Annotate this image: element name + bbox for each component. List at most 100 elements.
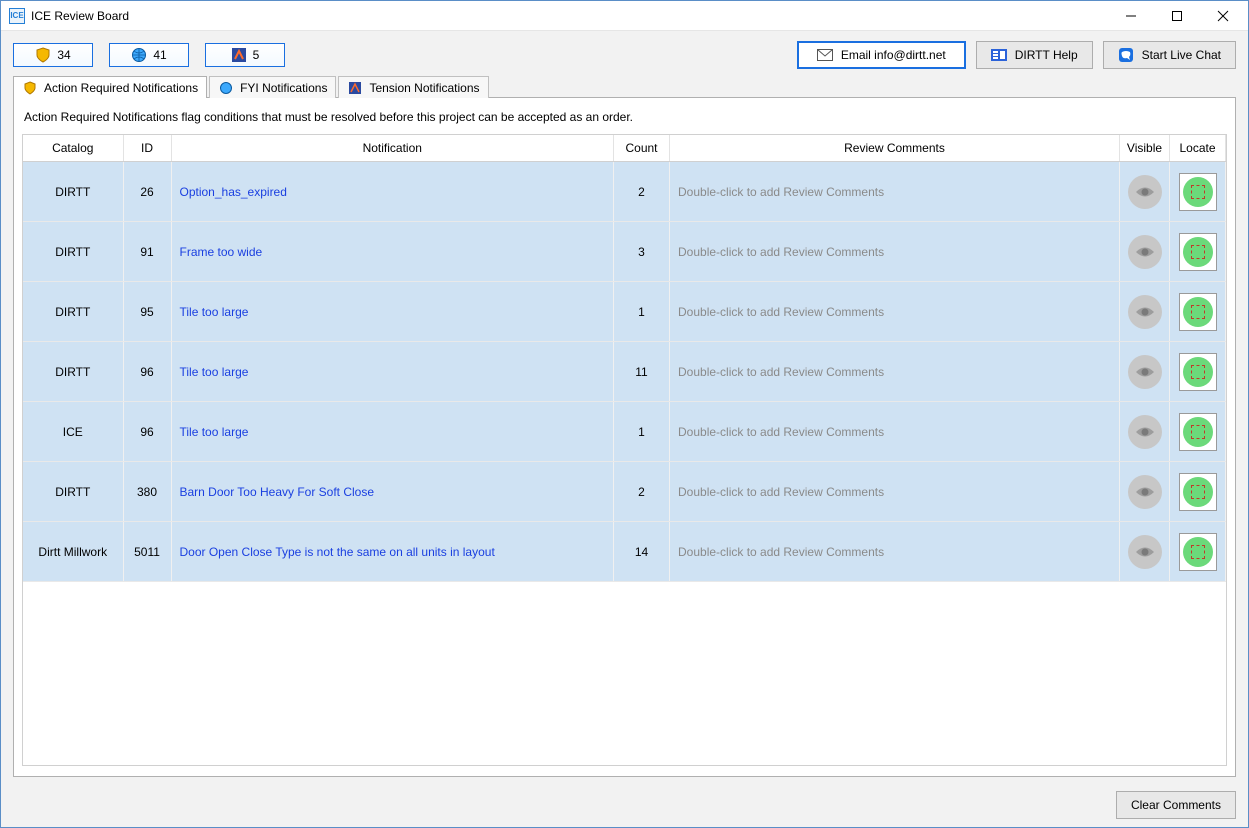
locate-icon	[1183, 297, 1213, 327]
minimize-button[interactable]	[1108, 1, 1154, 31]
help-icon	[991, 47, 1007, 63]
notification-link[interactable]: Tile too large	[180, 365, 249, 379]
cell-catalog: DIRTT	[23, 342, 123, 402]
visible-toggle[interactable]	[1128, 175, 1162, 209]
tab-tension[interactable]: Tension Notifications	[338, 76, 488, 98]
cell-catalog: ICE	[23, 402, 123, 462]
notification-link[interactable]: Barn Door Too Heavy For Soft Close	[180, 485, 375, 499]
cell-catalog: Dirtt Millwork	[23, 522, 123, 582]
badge-tension[interactable]: 5	[205, 43, 285, 67]
footer: Clear Comments	[1, 785, 1248, 827]
col-visible[interactable]: Visible	[1120, 135, 1170, 162]
visible-toggle[interactable]	[1128, 295, 1162, 329]
locate-button[interactable]	[1179, 413, 1217, 451]
locate-icon	[1183, 177, 1213, 207]
badge-action-required[interactable]: 34	[13, 43, 93, 67]
shield-icon	[22, 80, 38, 96]
shield-icon	[35, 47, 51, 63]
chat-button[interactable]: Start Live Chat	[1103, 41, 1236, 69]
locate-button[interactable]	[1179, 533, 1217, 571]
cell-count: 2	[614, 462, 670, 522]
notification-link[interactable]: Option_has_expired	[180, 185, 287, 199]
col-notification[interactable]: Notification	[171, 135, 614, 162]
col-locate[interactable]: Locate	[1170, 135, 1226, 162]
locate-button[interactable]	[1179, 473, 1217, 511]
cell-catalog: DIRTT	[23, 222, 123, 282]
tension-icon	[231, 47, 247, 63]
clear-comments-button[interactable]: Clear Comments	[1116, 791, 1236, 819]
table-row[interactable]: DIRTT380 Barn Door Too Heavy For Soft Clo…	[23, 462, 1226, 522]
table-row[interactable]: DIRTT91Frame too wide3Double-click to ad…	[23, 222, 1226, 282]
visible-toggle[interactable]	[1128, 475, 1162, 509]
tab-strip: Action Required Notifications FYI Notifi…	[13, 75, 1236, 97]
notification-link[interactable]: Frame too wide	[180, 245, 263, 259]
visible-toggle[interactable]	[1128, 535, 1162, 569]
email-button[interactable]: Email info@dirtt.net	[797, 41, 966, 69]
cell-count: 14	[614, 522, 670, 582]
locate-button[interactable]	[1179, 353, 1217, 391]
tab-fyi[interactable]: FYI Notifications	[209, 76, 336, 98]
col-id[interactable]: ID	[123, 135, 171, 162]
tab-label: Tension Notifications	[369, 81, 479, 95]
table-row[interactable]: DIRTT95Tile too large1Double-click to ad…	[23, 282, 1226, 342]
notification-link[interactable]: Door Open Close Type is not the same on …	[180, 545, 495, 559]
badge-count: 34	[57, 48, 70, 62]
clear-comments-label: Clear Comments	[1131, 798, 1221, 812]
cell-id: 91	[123, 222, 171, 282]
locate-button[interactable]	[1179, 173, 1217, 211]
chat-icon	[1118, 47, 1134, 63]
panel-description: Action Required Notifications flag condi…	[24, 110, 1227, 124]
cell-count: 1	[614, 402, 670, 462]
visible-toggle[interactable]	[1128, 235, 1162, 269]
review-comments-cell[interactable]: Double-click to add Review Comments	[678, 365, 884, 379]
maximize-button[interactable]	[1154, 1, 1200, 31]
cell-id: 95	[123, 282, 171, 342]
eye-icon	[1135, 185, 1155, 199]
col-catalog[interactable]: Catalog	[23, 135, 123, 162]
eye-icon	[1135, 245, 1155, 259]
locate-icon	[1183, 417, 1213, 447]
col-review-comments[interactable]: Review Comments	[670, 135, 1120, 162]
cell-id: 380	[123, 462, 171, 522]
notification-link[interactable]: Tile too large	[180, 425, 249, 439]
review-comments-cell[interactable]: Double-click to add Review Comments	[678, 245, 884, 259]
review-comments-cell[interactable]: Double-click to add Review Comments	[678, 305, 884, 319]
table-row[interactable]: Dirtt Millwork5011 Door Open Close Type i…	[23, 522, 1226, 582]
cell-count: 2	[614, 162, 670, 222]
email-label: Email info@dirtt.net	[841, 48, 946, 62]
locate-button[interactable]	[1179, 293, 1217, 331]
visible-toggle[interactable]	[1128, 355, 1162, 389]
review-comments-cell[interactable]: Double-click to add Review Comments	[678, 545, 884, 559]
tab-action-required[interactable]: Action Required Notifications	[13, 76, 207, 98]
close-button[interactable]	[1200, 1, 1246, 31]
tab-label: FYI Notifications	[240, 81, 327, 95]
table-row[interactable]: ICE96 Tile too large 1 Double-click to add …	[23, 402, 1226, 462]
eye-icon	[1135, 545, 1155, 559]
cell-id: 96	[123, 402, 171, 462]
badge-fyi[interactable]: 41	[109, 43, 189, 67]
app-icon: ICE	[9, 8, 25, 24]
titlebar: ICE ICE Review Board	[1, 1, 1248, 31]
visible-toggle[interactable]	[1128, 415, 1162, 449]
cell-id: 5011	[123, 522, 171, 582]
grid-header-row: Catalog ID Notification Count Review Com…	[23, 135, 1226, 162]
cell-id: 96	[123, 342, 171, 402]
eye-icon	[1135, 425, 1155, 439]
notification-link[interactable]: Tile too large	[180, 305, 249, 319]
locate-button[interactable]	[1179, 233, 1217, 271]
app-window: ICE ICE Review Board 34	[0, 0, 1249, 828]
content: Action Required Notifications FYI Notifi…	[1, 75, 1248, 785]
eye-icon	[1135, 365, 1155, 379]
toolbar: 34 41 5 Email info@dirtt.net	[1, 31, 1248, 75]
table-row[interactable]: DIRTT26Option_has_expired2Double-click t…	[23, 162, 1226, 222]
cell-catalog: DIRTT	[23, 462, 123, 522]
review-comments-cell[interactable]: Double-click to add Review Comments	[678, 485, 884, 499]
table-row[interactable]: DIRTT96Tile too large11Double-click to a…	[23, 342, 1226, 402]
eye-icon	[1135, 305, 1155, 319]
help-button[interactable]: DIRTT Help	[976, 41, 1093, 69]
review-comments-cell[interactable]: Double-click to add Review Comments	[678, 185, 884, 199]
chat-label: Start Live Chat	[1142, 48, 1221, 62]
col-count[interactable]: Count	[614, 135, 670, 162]
review-comments-cell[interactable]: Double-click to add Review Comments	[678, 425, 884, 439]
window-title: ICE Review Board	[31, 9, 1108, 23]
